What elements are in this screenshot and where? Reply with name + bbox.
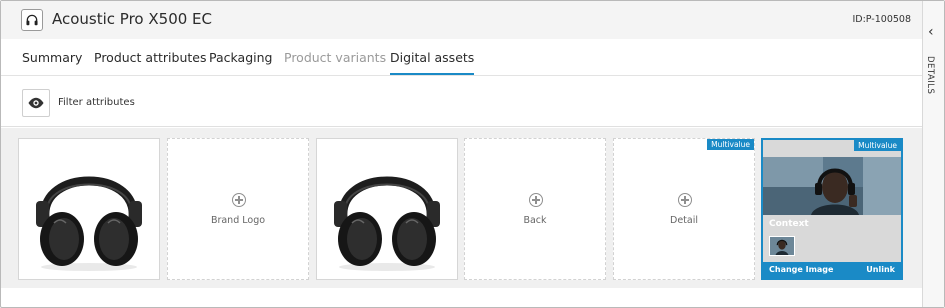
tab-digital-assets[interactable]: Digital assets [390,50,475,75]
context-thumbnail[interactable] [769,236,795,256]
assets-area: Brand Logo Back Multivalue Detail Multiv… [1,128,922,288]
filter-bar: Filter attributes [1,77,922,127]
asset-tile-context[interactable]: Multivalue Context Change Image Unlink [761,138,903,280]
tab-packaging[interactable]: Packaging [209,50,272,65]
add-circle-icon [678,193,692,207]
asset-tile-brand-logo[interactable]: Brand Logo [167,138,309,280]
asset-tile-detail[interactable]: Multivalue Detail [613,138,755,280]
tab-summary[interactable]: Summary [22,50,82,65]
tab-bar: Summary Product attributes Packaging Pro… [1,39,922,76]
multivalue-badge: Multivalue [707,139,754,150]
eye-icon [28,97,44,109]
product-header: Acoustic Pro X500 EC ID:P-100508 [1,1,922,39]
headphones-image [334,176,440,271]
unlink-link[interactable]: Unlink [866,265,895,274]
filter-toggle-button[interactable] [22,89,50,117]
asset-caption: Detail [670,215,698,226]
headphones-icon [21,9,43,31]
tab-product-attributes[interactable]: Product attributes [94,50,206,65]
product-id: ID:P-100508 [852,14,911,25]
headphones-image [36,176,142,271]
add-circle-icon [529,193,543,207]
asset-tile-back[interactable]: Back [464,138,606,280]
filter-label: Filter attributes [58,97,135,108]
context-footer: Change Image Unlink [763,262,901,278]
asset-tile-primary-image[interactable] [18,138,160,280]
context-photo [763,157,901,215]
details-panel-toggle[interactable]: DETAILS [925,56,935,94]
asset-caption: Brand Logo [210,215,266,226]
change-image-link[interactable]: Change Image [769,265,833,274]
chevron-left-icon[interactable]: ‹ [928,24,934,40]
tab-product-variants: Product variants [284,50,387,65]
multivalue-badge: Multivalue [854,140,901,151]
asset-caption: Back [523,215,547,226]
asset-tile-secondary-image[interactable] [316,138,458,280]
page-title: Acoustic Pro X500 EC [52,10,212,28]
details-side-panel: ‹ DETAILS [922,1,944,307]
context-label: Context [769,219,809,229]
add-circle-icon [232,193,246,207]
